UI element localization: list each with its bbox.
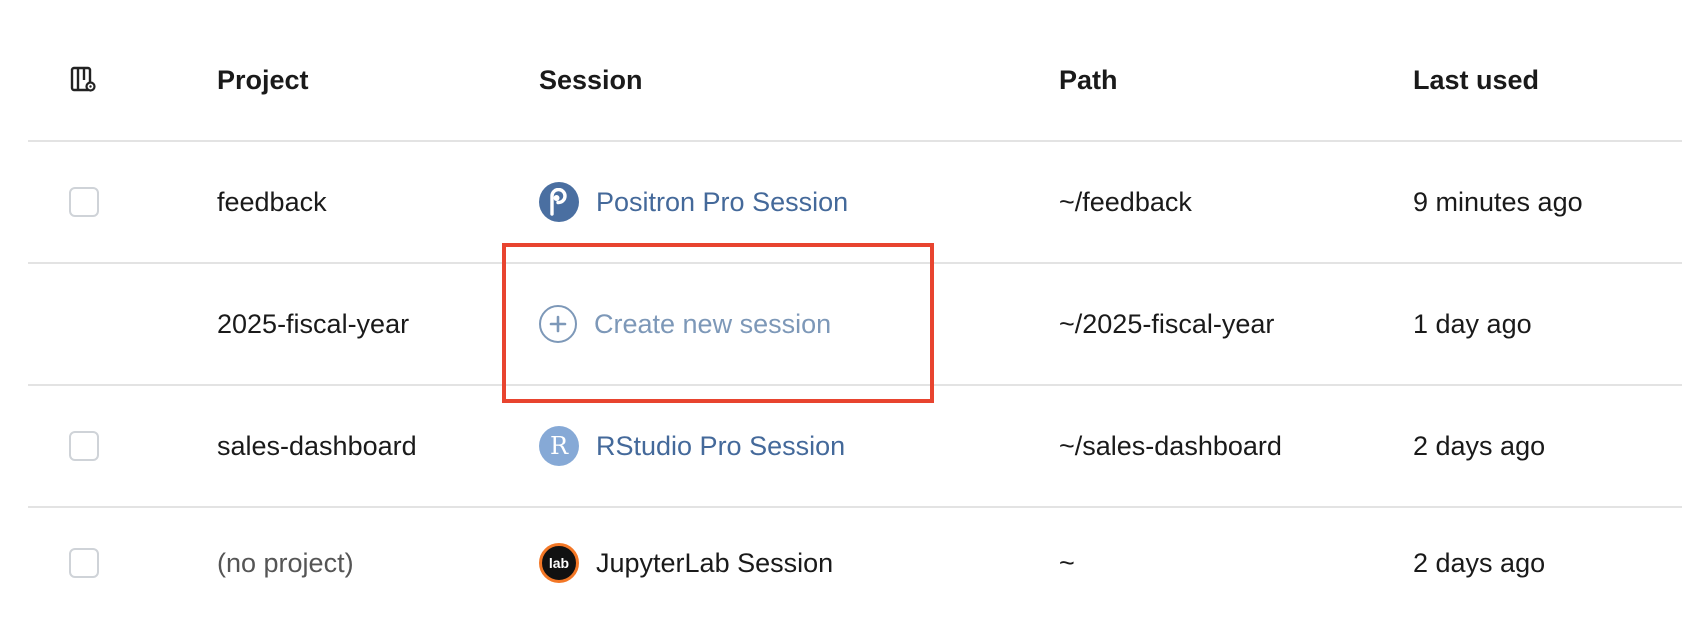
table-row: sales-dashboard R RStudio Pro Session ~/… bbox=[28, 386, 1682, 508]
session-label: RStudio Pro Session bbox=[596, 430, 846, 461]
create-session-label: Create new session bbox=[594, 308, 832, 339]
row-checkbox[interactable] bbox=[69, 548, 99, 578]
rstudio-icon: R bbox=[539, 426, 579, 466]
project-name: sales-dashboard bbox=[217, 430, 417, 461]
session-link[interactable]: R RStudio Pro Session bbox=[539, 386, 845, 506]
column-header-last-used[interactable]: Last used bbox=[1413, 0, 1539, 160]
project-name: feedback bbox=[217, 186, 327, 217]
session-link[interactable]: Positron Pro Session bbox=[539, 142, 848, 262]
row-select-cell bbox=[4, 142, 164, 262]
row-checkbox[interactable] bbox=[69, 431, 99, 461]
table-header-row: Project Session Path Last used bbox=[28, 0, 1682, 142]
session-label: JupyterLab Session bbox=[596, 547, 834, 578]
row-select-cell bbox=[4, 386, 164, 506]
last-used-value: 1 day ago bbox=[1413, 308, 1532, 339]
session-link[interactable]: lab JupyterLab Session bbox=[539, 508, 833, 618]
plus-circle-icon bbox=[539, 305, 577, 343]
sessions-table: Project Session Path Last used feedback … bbox=[0, 0, 1682, 598]
positron-icon bbox=[539, 182, 579, 222]
last-used-value: 9 minutes ago bbox=[1413, 186, 1583, 217]
row-select-cell bbox=[4, 508, 164, 618]
path-value: ~/sales-dashboard bbox=[1059, 430, 1282, 461]
table-row: feedback Positron Pro Session ~/feedback… bbox=[28, 142, 1682, 264]
session-label: Positron Pro Session bbox=[596, 186, 849, 217]
project-name: 2025-fiscal-year bbox=[217, 308, 410, 339]
jupyterlab-icon: lab bbox=[539, 543, 579, 583]
column-header-path[interactable]: Path bbox=[1059, 0, 1118, 160]
column-settings-cell bbox=[4, 0, 164, 160]
table-row: (no project) lab JupyterLab Session ~ 2 … bbox=[28, 508, 1682, 598]
path-value: ~ bbox=[1059, 547, 1075, 578]
table-row: 2025-fiscal-year Create new session ~/20… bbox=[28, 264, 1682, 386]
column-settings-icon[interactable] bbox=[70, 66, 98, 94]
last-used-value: 2 days ago bbox=[1413, 430, 1546, 461]
last-used-value: 2 days ago bbox=[1413, 547, 1546, 578]
project-name: (no project) bbox=[217, 547, 354, 578]
row-checkbox[interactable] bbox=[69, 187, 99, 217]
create-new-session-link[interactable]: Create new session bbox=[539, 264, 831, 384]
column-header-session[interactable]: Session bbox=[539, 0, 643, 160]
path-value: ~/2025-fiscal-year bbox=[1059, 308, 1275, 339]
path-value: ~/feedback bbox=[1059, 186, 1192, 217]
column-header-project[interactable]: Project bbox=[217, 0, 309, 160]
